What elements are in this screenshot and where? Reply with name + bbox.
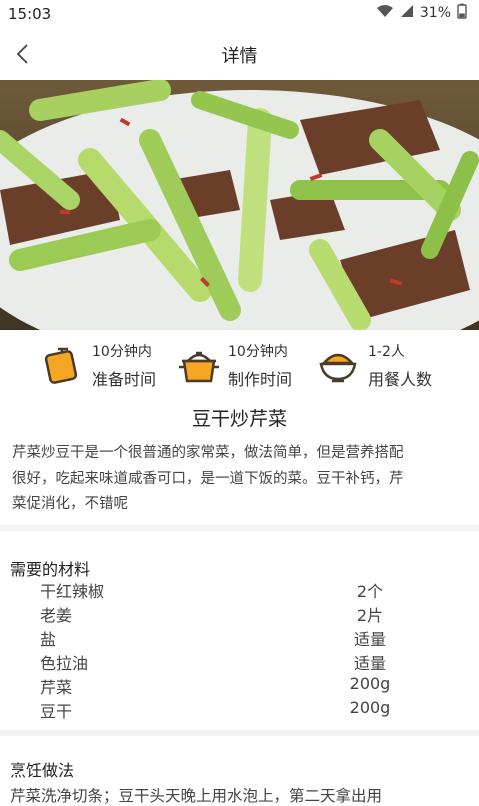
prep-time-value: 10分钟内 bbox=[92, 344, 152, 360]
ingredient-name: 色拉油 bbox=[40, 654, 89, 673]
ingredient-row: 盐 适量 bbox=[0, 626, 479, 650]
ingredient-name: 豆干 bbox=[40, 702, 73, 721]
description-line: 很好，吃起来味道咸香可口，是一道下饭的菜。豆干补钙，芹 bbox=[12, 470, 404, 487]
section-divider bbox=[0, 730, 479, 736]
signal-icon bbox=[400, 4, 414, 22]
servings-stat: 1-2人 用餐人数 bbox=[318, 341, 468, 391]
battery-icon bbox=[457, 3, 467, 23]
cook-time-value: 10分钟内 bbox=[228, 344, 288, 360]
ingredients-title: 需要的材料 bbox=[10, 560, 91, 579]
prep-time-label: 准备时间 bbox=[92, 370, 157, 389]
ingredient-amount: 适量 bbox=[353, 630, 386, 649]
ingredient-row: 豆干 200g bbox=[0, 698, 479, 722]
prep-time-stat: 10分钟内 准备时间 bbox=[42, 341, 172, 391]
ingredient-amount: 2个 bbox=[356, 582, 384, 601]
ingredient-row: 色拉油 适量 bbox=[0, 650, 479, 674]
ingredient-amount: 200g bbox=[349, 674, 391, 693]
method-step-text: 芹菜洗净切条；豆干头天晚上用水泡上，第二天拿出用 bbox=[10, 787, 383, 805]
ingredient-amount: 200g bbox=[349, 698, 391, 717]
timer-icon bbox=[42, 345, 82, 385]
ingredient-name: 老姜 bbox=[40, 606, 73, 625]
top-nav-bar: 详情 bbox=[0, 28, 479, 80]
status-bar: 15:03 31% bbox=[0, 0, 479, 28]
dish-title: 豆干炒芹菜 bbox=[191, 408, 287, 430]
dish-description: 芹菜炒豆干是一个很普通的家常菜，做法简单，但是营养搭配 很好，吃起来味道咸香可口… bbox=[12, 441, 464, 518]
ingredient-amount: 适量 bbox=[353, 654, 386, 673]
ingredient-amount: 2片 bbox=[356, 606, 384, 625]
method-title: 烹饪做法 bbox=[10, 761, 75, 780]
recipe-stats: 10分钟内 准备时间 10分钟内 制作时间 1-2人 用餐人数 bbox=[0, 335, 479, 395]
ingredient-row: 芹菜 200g bbox=[0, 674, 479, 698]
ingredient-row: 干红辣椒 2个 bbox=[0, 578, 479, 602]
description-line: 菜促消化，不错呢 bbox=[12, 496, 128, 512]
ingredient-name: 干红辣椒 bbox=[40, 582, 105, 601]
status-icons: 31% bbox=[376, 3, 467, 23]
cook-time-label: 制作时间 bbox=[228, 370, 293, 389]
ingredient-row: 老姜 2片 bbox=[0, 602, 479, 626]
page-title: 详情 bbox=[221, 46, 258, 67]
servings-label: 用餐人数 bbox=[368, 370, 433, 389]
pot-icon bbox=[178, 345, 219, 385]
ingredient-name: 盐 bbox=[40, 630, 57, 649]
dish-image bbox=[0, 80, 479, 330]
rice-bowl-icon bbox=[318, 345, 358, 385]
battery-percent: 31% bbox=[419, 5, 451, 21]
cook-time-stat: 10分钟内 制作时间 bbox=[178, 341, 318, 391]
section-divider bbox=[0, 525, 479, 531]
status-time: 15:03 bbox=[8, 5, 52, 23]
ingredient-name: 芹菜 bbox=[40, 678, 73, 697]
servings-value: 1-2人 bbox=[368, 344, 405, 360]
wifi-icon bbox=[376, 4, 394, 22]
description-line: 芹菜炒豆干是一个很普通的家常菜，做法简单，但是营养搭配 bbox=[12, 445, 404, 461]
